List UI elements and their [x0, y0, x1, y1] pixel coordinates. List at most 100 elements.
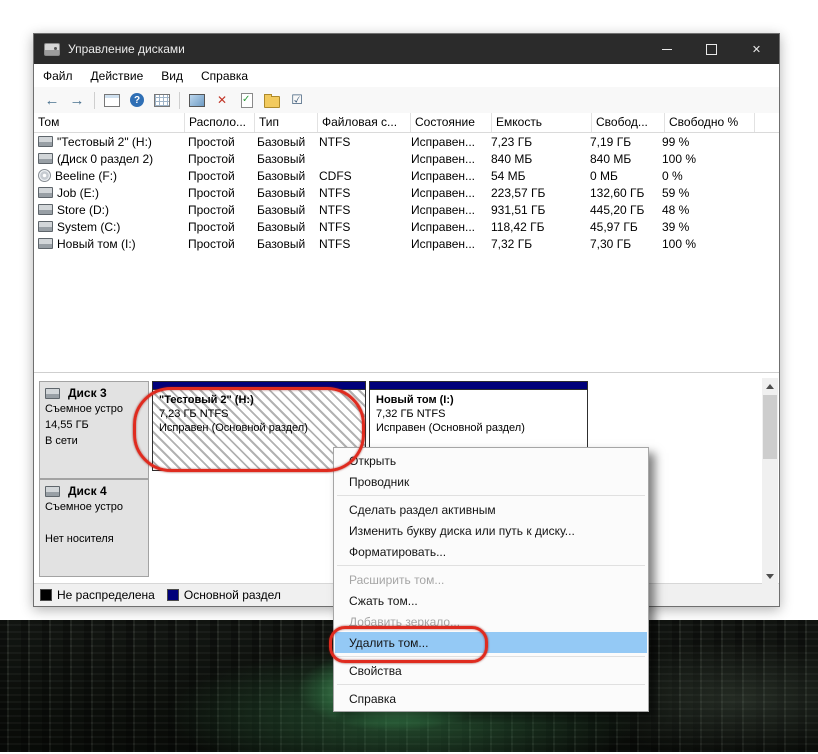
minimize-icon	[662, 49, 672, 50]
volume-row[interactable]: System (C:)ПростойБазовыйNTFSИсправен...…	[34, 218, 779, 235]
screen-icon	[189, 94, 205, 107]
column-header-8[interactable]: Свободно %	[665, 113, 755, 132]
column-header-7[interactable]: Свобод...	[592, 113, 665, 132]
volume-cell: Исправен...	[407, 218, 487, 235]
volume-cell: 132,60 ГБ	[586, 184, 658, 201]
table-icon	[154, 94, 170, 107]
context-menu-item[interactable]: Удалить том...	[335, 632, 647, 653]
menubar-item-1[interactable]: Файл	[34, 64, 82, 87]
scroll-down-icon	[766, 574, 774, 579]
volume-name: Store (D:)	[57, 203, 109, 217]
disk-info-panel[interactable]: Диск 4Съемное устроНет носителя	[39, 479, 149, 577]
toolbar-button-list-check[interactable]	[285, 89, 309, 111]
volume-cell: Базовый	[253, 150, 315, 167]
volume-cell: CDFS	[315, 167, 407, 184]
volume-cell: 840 МБ	[487, 150, 586, 167]
window-controls	[644, 34, 779, 64]
close-button[interactable]	[734, 34, 779, 64]
disk-info-panel[interactable]: Диск 3Съемное устро14,55 ГБВ сети	[39, 381, 149, 479]
volume-name: Новый том (I:)	[57, 237, 136, 251]
context-menu-item[interactable]: Расширить том...	[335, 569, 647, 590]
drive-icon	[38, 221, 53, 232]
volume-cell: Исправен...	[407, 167, 487, 184]
partition-color-band	[153, 382, 365, 390]
volume-cell: Базовый	[253, 167, 315, 184]
volume-cell: 931,51 ГБ	[487, 201, 586, 218]
menubar-item-4[interactable]: Справка	[192, 64, 257, 87]
scroll-up-button[interactable]	[762, 378, 778, 394]
scroll-up-icon	[766, 384, 774, 389]
volume-cell: Простой	[184, 201, 253, 218]
context-menu-item[interactable]: Изменить букву диска или путь к диску...	[335, 520, 647, 541]
disk-name: Диск 3	[68, 386, 107, 400]
toolbar-button-delete[interactable]	[210, 89, 234, 111]
partition-name: Новый том (I:)	[376, 394, 581, 406]
volume-cell: Новый том (I:)	[34, 235, 184, 252]
toolbar-button-help[interactable]	[125, 89, 149, 111]
toolbar-button-table[interactable]	[150, 89, 174, 111]
drive-icon	[38, 153, 53, 164]
toolbar-button-back[interactable]	[40, 89, 64, 111]
column-header-3[interactable]: Тип	[255, 113, 318, 132]
volume-list-pane: ТомРасполо...ТипФайловая с...СостояниеЕм…	[34, 113, 779, 372]
context-menu-item[interactable]: Открыть	[335, 450, 647, 471]
volume-cell: Исправен...	[407, 235, 487, 252]
toolbar-button-folder-up[interactable]	[260, 89, 284, 111]
context-menu-item[interactable]: Форматировать...	[335, 541, 647, 562]
back-icon	[45, 92, 60, 109]
toolbar-button-doc-check[interactable]	[235, 89, 259, 111]
context-menu-item[interactable]: Справка	[335, 688, 647, 709]
toolbar-button-screen[interactable]	[185, 89, 209, 111]
toolbar-button-forward[interactable]	[65, 89, 89, 111]
window-title: Управление дисками	[68, 42, 185, 56]
volume-cell: 840 МБ	[586, 150, 658, 167]
volume-cell: Простой	[184, 150, 253, 167]
volume-cell: Базовый	[253, 235, 315, 252]
drive-icon	[38, 238, 53, 249]
column-header-1[interactable]: Том	[34, 113, 185, 132]
volume-cell: Базовый	[253, 218, 315, 235]
column-header-6[interactable]: Емкость	[492, 113, 592, 132]
context-menu-item[interactable]: Проводник	[335, 471, 647, 492]
context-menu-item[interactable]: Сделать раздел активным	[335, 499, 647, 520]
volume-cell: 48 %	[658, 201, 747, 218]
legend-item-1: Не распределена	[40, 588, 155, 602]
volume-cell: 0 МБ	[586, 167, 658, 184]
scroll-down-button[interactable]	[762, 568, 778, 584]
volume-row[interactable]: Новый том (I:)ПростойБазовыйNTFSИсправен…	[34, 235, 779, 252]
menubar-item-3[interactable]: Вид	[152, 64, 192, 87]
volume-cell: NTFS	[315, 218, 407, 235]
volume-cell: 0 %	[658, 167, 747, 184]
menubar-item-2[interactable]: Действие	[82, 64, 153, 87]
app-icon	[44, 43, 60, 56]
volume-name: System (C:)	[57, 220, 120, 234]
volume-row[interactable]: Store (D:)ПростойБазовыйNTFSИсправен...9…	[34, 201, 779, 218]
volume-cell: 59 %	[658, 184, 747, 201]
doc-check-icon	[241, 93, 253, 108]
volume-cell: 45,97 ГБ	[586, 218, 658, 235]
volume-cell: Базовый	[253, 201, 315, 218]
maximize-button[interactable]	[689, 34, 734, 64]
volume-row[interactable]: "Тестовый 2" (H:)ПростойБазовыйNTFSИспра…	[34, 133, 779, 150]
drive-icon	[38, 187, 53, 198]
context-menu-item[interactable]: Сжать том...	[335, 590, 647, 611]
disk-detail: Нет носителя	[45, 533, 143, 546]
volume-name: "Тестовый 2" (H:)	[57, 135, 152, 149]
context-menu-item[interactable]: Добавить зеркало...	[335, 611, 647, 632]
minimize-button[interactable]	[644, 34, 689, 64]
scrollbar-thumb[interactable]	[763, 395, 777, 459]
toolbar-button-console[interactable]	[100, 89, 124, 111]
column-header-4[interactable]: Файловая с...	[318, 113, 411, 132]
volume-row[interactable]: Beeline (F:)ПростойБазовыйCDFSИсправен..…	[34, 167, 779, 184]
column-header-2[interactable]: Располо...	[185, 113, 255, 132]
menu-separator	[337, 495, 645, 496]
volume-table-header: ТомРасполо...ТипФайловая с...СостояниеЕм…	[34, 113, 779, 133]
drive-icon	[38, 204, 53, 215]
disk-detail: В сети	[45, 435, 143, 448]
volume-cell: 7,32 ГБ	[487, 235, 586, 252]
column-header-5[interactable]: Состояние	[411, 113, 492, 132]
volume-row[interactable]: Job (E:)ПростойБазовыйNTFSИсправен...223…	[34, 184, 779, 201]
volume-row[interactable]: (Диск 0 раздел 2)ПростойБазовыйИсправен.…	[34, 150, 779, 167]
context-menu-item[interactable]: Свойства	[335, 660, 647, 681]
disk-pane-scrollbar[interactable]	[762, 378, 778, 584]
